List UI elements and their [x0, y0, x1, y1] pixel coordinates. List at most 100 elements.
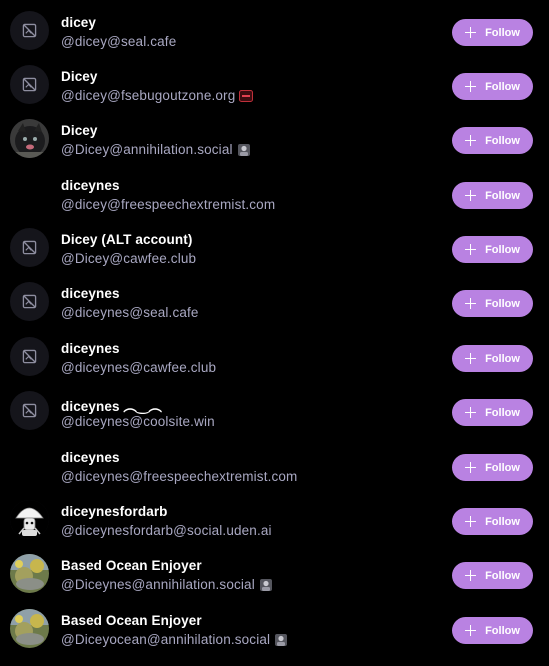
display-name[interactable]: dicey — [61, 15, 96, 30]
follow-button-label: Follow — [485, 80, 520, 93]
user-handle-text: @Dicey@cawfee.club — [61, 251, 197, 266]
user-handle: @dicey@seal.cafe — [61, 34, 176, 49]
follow-button-label: Follow — [485, 515, 520, 528]
avatar[interactable] — [10, 609, 49, 648]
follow-button[interactable]: Follow — [452, 290, 533, 317]
user-list-item[interactable]: Based Ocean Enjoyer @Diceynes@annihilatio… — [0, 546, 549, 600]
user-handle: @diceynes@freespeechextremist.com — [61, 469, 297, 484]
user-list-item[interactable]: Dicey @dicey@fsebugoutzone.org Follow — [0, 57, 549, 111]
plus-icon — [465, 81, 477, 92]
plus-icon — [465, 462, 477, 473]
user-handle-text: @dicey@seal.cafe — [61, 34, 177, 49]
display-name[interactable]: diceynes — [61, 341, 120, 356]
plus-icon — [465, 135, 477, 146]
user-handle: @dicey@freespeechextremist.com — [61, 197, 275, 212]
display-name[interactable]: diceynes — [61, 450, 120, 465]
display-name[interactable]: diceynes — [61, 286, 120, 301]
plus-icon — [465, 190, 477, 201]
avatar[interactable] — [10, 65, 49, 104]
avatar[interactable] — [10, 446, 49, 485]
follow-button[interactable]: Follow — [452, 399, 533, 426]
avatar[interactable] — [10, 174, 49, 213]
follow-button-label: Follow — [485, 569, 520, 582]
avatar-image — [10, 119, 49, 158]
user-handle: @Diceynes@annihilation.social — [61, 577, 273, 592]
user-list-item[interactable]: diceynes @diceynes@freespeechextremist.co… — [0, 438, 549, 492]
display-name[interactable]: diceynesfordarb — [61, 504, 168, 519]
user-handle: @diceynesfordarb@social.uden.ai — [61, 523, 272, 538]
image-placeholder-icon — [22, 403, 37, 418]
follow-button-label: Follow — [485, 297, 520, 310]
user-handle-text: @Diceyocean@annihilation.social — [61, 632, 271, 647]
avatar-image — [10, 500, 49, 539]
user-list-item[interactable]: Dicey @Dicey@annihilation.social Follow — [0, 111, 549, 165]
user-handle-text: @diceynesfordarb@social.uden.ai — [61, 523, 272, 538]
follow-button[interactable]: Follow — [452, 236, 533, 263]
user-handle: @diceynes@seal.cafe — [61, 305, 199, 320]
avatar-emoji — [237, 143, 250, 156]
user-list-item[interactable]: diceynes @diceynes@cawfee.club Follow — [0, 329, 549, 383]
user-handle-text: @diceynes@coolsite.win — [61, 414, 215, 429]
follow-button[interactable]: Follow — [452, 182, 533, 209]
image-placeholder-icon — [22, 349, 37, 364]
user-list-item[interactable]: diceynes ︵‿︵ @diceynes@coolsite.win Follow — [0, 383, 549, 437]
display-name[interactable]: diceynes ︵‿︵ — [61, 395, 162, 415]
avatar[interactable] — [10, 119, 49, 158]
user-handle: @diceynes@coolsite.win — [61, 414, 215, 429]
user-handle-text: @diceynes@cawfee.club — [61, 360, 217, 375]
user-list-item[interactable]: dicey @dicey@seal.cafe Follow — [0, 3, 549, 57]
user-handle-text: @diceynes@seal.cafe — [61, 305, 199, 320]
plus-icon — [465, 244, 477, 255]
follow-button[interactable]: Follow — [452, 454, 533, 481]
avatar-image — [10, 554, 49, 593]
avatar[interactable] — [10, 500, 49, 539]
avatar[interactable] — [10, 282, 49, 321]
display-name[interactable]: Based Ocean Enjoyer — [61, 613, 202, 628]
follow-button[interactable]: Follow — [452, 127, 533, 154]
follow-button-label: Follow — [485, 189, 520, 202]
follow-button-label: Follow — [485, 352, 520, 365]
avatar[interactable] — [10, 554, 49, 593]
user-list-item[interactable]: diceynes @dicey@freespeechextremist.com Fo… — [0, 166, 549, 220]
plus-icon — [465, 407, 477, 418]
avatar[interactable] — [10, 337, 49, 376]
user-list-item[interactable]: diceynes @diceynes@seal.cafe Follow — [0, 274, 549, 328]
follow-button-label: Follow — [485, 406, 520, 419]
display-name[interactable]: Based Ocean Enjoyer — [61, 558, 202, 573]
follow-button-label: Follow — [485, 243, 520, 256]
display-name[interactable]: diceynes — [61, 178, 120, 193]
user-handle: @dicey@fsebugoutzone.org — [61, 88, 254, 103]
avatar[interactable] — [10, 11, 49, 50]
follow-button-label: Follow — [485, 461, 520, 474]
follow-button[interactable]: Follow — [452, 617, 533, 644]
follow-button[interactable]: Follow — [452, 508, 533, 535]
display-name[interactable]: Dicey — [61, 123, 98, 138]
user-handle-text: @Diceynes@annihilation.social — [61, 577, 255, 592]
avatar-emoji — [259, 578, 272, 591]
display-name[interactable]: Dicey (ALT account) — [61, 232, 192, 247]
follow-button[interactable]: Follow — [452, 345, 533, 372]
avatar-emoji — [275, 633, 288, 646]
plus-icon — [465, 27, 477, 38]
follow-button[interactable]: Follow — [452, 562, 533, 589]
user-handle: @diceynes@cawfee.club — [61, 360, 216, 375]
user-handle: @Dicey@annihilation.social — [61, 142, 251, 157]
user-list-item[interactable]: Dicey (ALT account) @Dicey@cawfee.club Fol… — [0, 220, 549, 274]
avatar[interactable] — [10, 228, 49, 267]
display-name[interactable]: Dicey — [61, 69, 98, 84]
user-handle: @Diceyocean@annihilation.social — [61, 632, 288, 647]
user-search-results: dicey @dicey@seal.cafe Follow Dicey @dicey@f… — [0, 0, 549, 666]
user-handle-text: @dicey@freespeechextremist.com — [61, 197, 276, 212]
follow-button[interactable]: Follow — [452, 19, 533, 46]
user-handle-text: @diceynes@freespeechextremist.com — [61, 469, 298, 484]
image-placeholder-icon — [22, 77, 37, 92]
user-list-item[interactable]: diceynesfordarb @diceynesfordarb@social.u… — [0, 492, 549, 546]
follow-button-label: Follow — [485, 26, 520, 39]
avatar-image — [10, 609, 49, 648]
plus-icon — [465, 625, 477, 636]
plus-icon — [465, 298, 477, 309]
avatar[interactable] — [10, 391, 49, 430]
user-handle-text: @Dicey@annihilation.social — [61, 142, 233, 157]
follow-button[interactable]: Follow — [452, 73, 533, 100]
user-list-item[interactable]: Based Ocean Enjoyer @Diceyocean@annihilat… — [0, 601, 549, 655]
